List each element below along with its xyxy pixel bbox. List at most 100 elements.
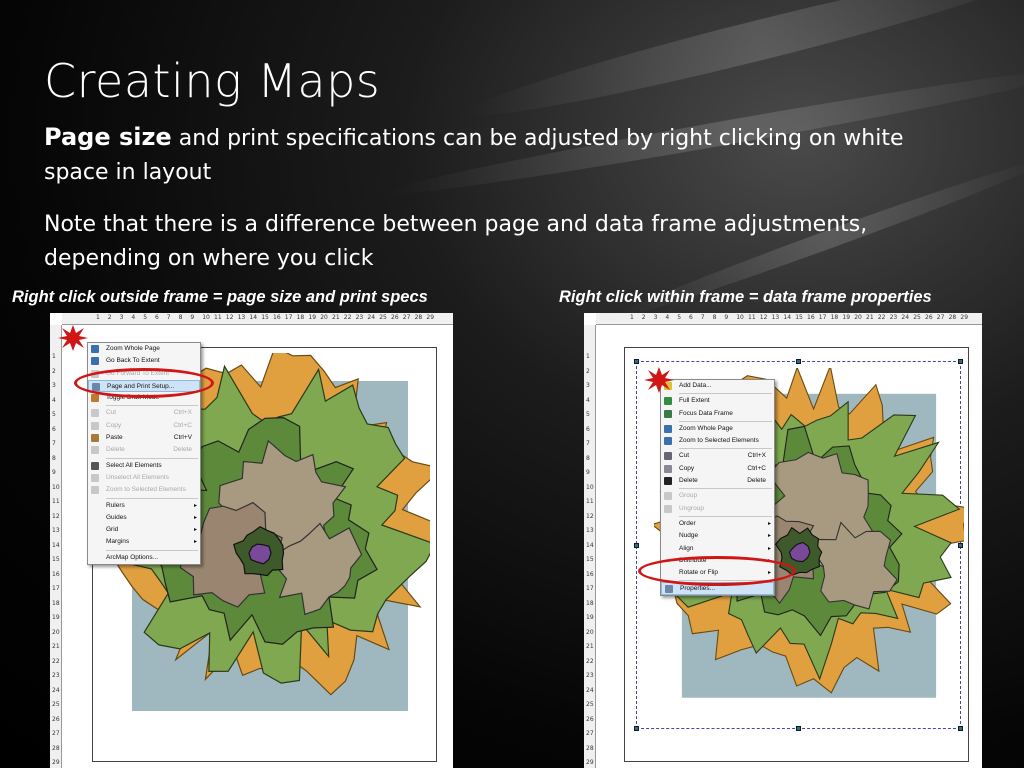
ruler-tick-label: 1 bbox=[630, 314, 634, 321]
zoom-page-icon bbox=[91, 345, 99, 353]
menu-item-delete[interactable]: Delete Delete bbox=[88, 444, 200, 456]
ruler-tick-label: 20 bbox=[854, 314, 862, 321]
menu-item-go-back-to-extent[interactable]: Go Back To Extent bbox=[88, 355, 200, 367]
cut-icon bbox=[664, 452, 672, 461]
menu-item-label: Cut bbox=[106, 409, 117, 417]
ruler-tick-label: 15 bbox=[586, 556, 594, 563]
ruler-tick-label: 12 bbox=[52, 512, 60, 520]
ruler-tick-label: 20 bbox=[586, 628, 594, 636]
layout-screenshot-page: 1 2 3 4 5 6 7 8 9 10 11 12 13 14 15 16 17 18 19 20 21 22 23 24 2… bbox=[50, 313, 453, 768]
resize-handle[interactable] bbox=[634, 359, 639, 364]
ruler-tick-label: 15 bbox=[261, 314, 269, 321]
vertical-ruler: 1 2 3 4 5 6 7 8 9 10 11 12 13 14 15 16 17 18 19 20 21 22 23 24 2… bbox=[50, 325, 62, 768]
menu-item-shortcut: Ctrl+X bbox=[747, 452, 766, 460]
delete-icon bbox=[91, 446, 99, 455]
ruler-tick-label: 16 bbox=[807, 314, 815, 321]
slide-title: Creating Maps bbox=[44, 54, 381, 108]
menu-item-label: Zoom Whole Page bbox=[679, 424, 733, 432]
ruler-tick-label: 27 bbox=[936, 314, 945, 321]
menu-separator bbox=[679, 448, 772, 450]
menu-item-full-extent[interactable]: Full Extent bbox=[661, 395, 774, 407]
ruler-tick-label: 29 bbox=[586, 759, 594, 766]
menu-item-zoom-whole-page[interactable]: Zoom Whole Page bbox=[88, 343, 200, 355]
resize-handle[interactable] bbox=[634, 726, 639, 731]
resize-handle[interactable] bbox=[796, 726, 801, 731]
menu-item-label: Rulers bbox=[106, 501, 125, 509]
ruler-tick-label: 11 bbox=[214, 314, 222, 321]
menu-item-shortcut: Delete bbox=[747, 477, 766, 485]
ruler-tick-label: 18 bbox=[830, 314, 839, 321]
caption-right: Right click within frame = data frame pr… bbox=[559, 288, 932, 306]
ruler-tick-label: 8 bbox=[586, 454, 590, 462]
menu-item-align[interactable]: Align ▸ bbox=[661, 543, 774, 555]
ruler-tick-label: 7 bbox=[52, 440, 56, 447]
ruler-tick-label: 2 bbox=[107, 314, 112, 321]
ruler-tick-label: 22 bbox=[52, 657, 60, 665]
horizontal-ruler: 1 2 3 4 5 6 7 8 9 10 11 12 13 14 15 16 17 18 19 20 21 22 23 24 2… bbox=[62, 313, 453, 325]
menu-item-add-data[interactable]: Add Data... bbox=[661, 380, 774, 392]
ruler-tick-label: 6 bbox=[689, 314, 693, 321]
ruler-tick-label: 4 bbox=[131, 314, 136, 321]
ruler-tick-label: 7 bbox=[166, 314, 171, 321]
menu-item-label: Align bbox=[679, 544, 694, 552]
delete-icon bbox=[664, 477, 672, 486]
menu-item-label: Nudge bbox=[679, 532, 699, 540]
menu-item-zoom-to-selected-elements[interactable]: Zoom to Selected Elements bbox=[88, 484, 200, 496]
menu-item-select-all-elements[interactable]: Select All Elements bbox=[88, 460, 200, 472]
menu-item-zoom-whole-page[interactable]: Zoom Whole Page bbox=[661, 423, 774, 435]
resize-handle[interactable] bbox=[958, 359, 963, 364]
menu-item-paste[interactable]: Paste Ctrl+V bbox=[88, 432, 200, 444]
menu-item-order[interactable]: Order ▸ bbox=[661, 518, 774, 530]
ruler-tick-label: 12 bbox=[225, 314, 234, 321]
ruler-tick-label: 3 bbox=[653, 314, 658, 321]
menu-item-arcmap-options[interactable]: ArcMap Options... bbox=[88, 552, 200, 564]
menu-item-guides[interactable]: Guides ▸ bbox=[88, 512, 200, 524]
menu-item-label: Cut bbox=[679, 452, 690, 460]
resize-handle[interactable] bbox=[634, 543, 639, 548]
menu-item-cut[interactable]: Cut Ctrl+X bbox=[88, 407, 200, 419]
menu-item-ungroup[interactable]: Ungroup bbox=[661, 503, 774, 515]
ruler-tick-label: 4 bbox=[665, 314, 670, 321]
menu-item-label: Guides bbox=[106, 513, 127, 521]
menu-item-nudge[interactable]: Nudge ▸ bbox=[661, 530, 774, 542]
submenu-arrow-icon: ▸ bbox=[767, 520, 771, 527]
back-extent-icon bbox=[91, 357, 99, 366]
menu-item-shortcut: Ctrl+C bbox=[747, 464, 766, 472]
ruler-tick-label: 10 bbox=[202, 314, 210, 321]
menu-item-label: Zoom to Selected Elements bbox=[106, 486, 186, 494]
globe-icon bbox=[664, 397, 672, 406]
menu-item-rulers[interactable]: Rulers ▸ bbox=[88, 500, 200, 512]
submenu-arrow-icon: ▸ bbox=[767, 545, 771, 552]
menu-item-delete[interactable]: Delete Delete bbox=[661, 475, 774, 487]
ruler-tick-label: 19 bbox=[842, 314, 851, 321]
ruler-tick-label: 9 bbox=[190, 314, 195, 321]
menu-item-copy[interactable]: Copy Ctrl+C bbox=[88, 420, 200, 432]
menu-item-grid[interactable]: Grid ▸ bbox=[88, 524, 200, 536]
focus-frame-icon bbox=[664, 409, 672, 418]
ruler-tick-label: 16 bbox=[586, 570, 594, 578]
resize-handle[interactable] bbox=[796, 359, 801, 364]
menu-item-label: Margins bbox=[106, 538, 130, 546]
ruler-tick-label: 25 bbox=[913, 314, 921, 321]
ruler-tick-label: 14 bbox=[783, 314, 792, 321]
menu-separator bbox=[106, 405, 198, 407]
menu-item-group[interactable]: Group bbox=[661, 490, 774, 502]
submenu-arrow-icon: ▸ bbox=[193, 502, 197, 509]
ruler-tick-label: 3 bbox=[586, 382, 590, 389]
resize-handle[interactable] bbox=[958, 726, 963, 731]
menu-item-cut[interactable]: Cut Ctrl+X bbox=[661, 450, 774, 462]
page-size-text: and print specifications can be adjusted… bbox=[44, 126, 904, 185]
menu-item-focus-data-frame[interactable]: Focus Data Frame bbox=[661, 408, 774, 420]
menu-item-zoom-to-selected-elements[interactable]: Zoom to Selected Elements bbox=[661, 435, 774, 447]
cut-icon bbox=[91, 409, 99, 418]
ruler-tick-label: 21 bbox=[332, 314, 340, 321]
ruler-tick-label: 5 bbox=[52, 411, 56, 418]
ruler-tick-label: 23 bbox=[355, 314, 364, 321]
menu-item-unselect-all-elements[interactable]: Unselect All Elements bbox=[88, 472, 200, 484]
ruler-tick-label: 6 bbox=[155, 314, 159, 321]
ruler-tick-label: 18 bbox=[296, 314, 305, 321]
menu-item-copy[interactable]: Copy Ctrl+C bbox=[661, 463, 774, 475]
menu-item-margins[interactable]: Margins ▸ bbox=[88, 536, 200, 548]
ruler-tick-label: 20 bbox=[52, 628, 60, 636]
menu-item-label: Zoom Whole Page bbox=[106, 345, 160, 352]
